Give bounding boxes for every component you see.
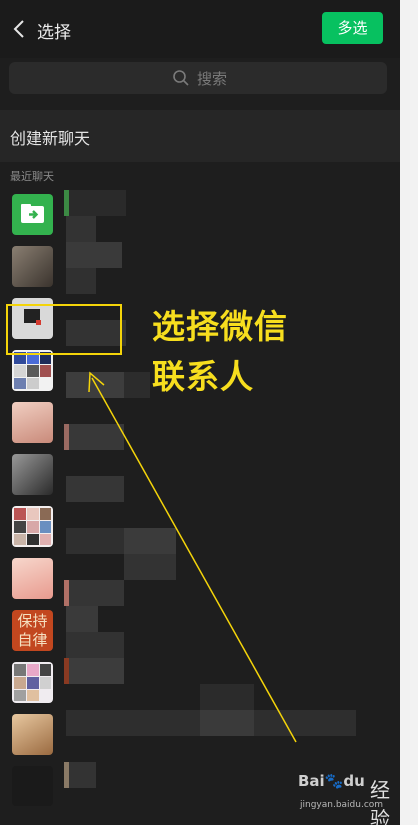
avatar-grid (12, 506, 53, 547)
annotation-line-1: 选择微信 (152, 307, 288, 346)
page-title: 选择 (37, 23, 71, 43)
annotation-highlight-box (6, 304, 122, 355)
recent-chats-header: 最近聊天 (0, 166, 400, 184)
avatar-cartoon (12, 402, 53, 443)
watermark-brand: Bai🐾du (298, 772, 365, 790)
avatar-photo (12, 246, 53, 287)
recent-chats-label: 最近聊天 (10, 170, 54, 183)
page-background-strip (400, 0, 418, 825)
avatar-photo (12, 766, 53, 806)
app-window: 选择 多选 搜索 创建新聊天 最近聊天 保持自律 选择微信 联系人 Bai🐾du… (0, 0, 400, 825)
multi-select-button[interactable]: 多选 (322, 12, 383, 44)
avatar-text-label: 保持自律 (17, 612, 48, 649)
search-input[interactable]: 搜索 (9, 62, 387, 94)
folder-transfer-icon (12, 194, 53, 235)
list-item[interactable] (0, 448, 400, 500)
paw-icon: 🐾 (324, 772, 344, 790)
list-item[interactable] (0, 240, 400, 292)
back-arrow-icon[interactable] (10, 18, 32, 40)
list-item[interactable] (0, 552, 400, 604)
baidu-watermark: Bai🐾du 经验 jingyan.baidu.com (298, 770, 400, 825)
create-new-chat-label: 创建新聊天 (10, 129, 91, 148)
avatar-cartoon (12, 558, 53, 599)
list-item[interactable]: 保持自律 (0, 604, 400, 656)
watermark-url: jingyan.baidu.com (300, 800, 384, 810)
annotation-text: 选择微信 联系人 (152, 302, 288, 402)
avatar-photo (12, 714, 53, 755)
annotation-line-2: 联系人 (152, 357, 254, 396)
avatar-photo (12, 454, 53, 495)
avatar-grid (12, 662, 53, 703)
watermark-du: du (343, 772, 365, 790)
create-new-chat-item[interactable]: 创建新聊天 (0, 110, 400, 162)
search-icon (173, 70, 189, 86)
list-item[interactable] (0, 188, 400, 240)
list-item[interactable] (0, 656, 400, 708)
watermark-bai: Bai (298, 772, 325, 790)
search-placeholder: 搜索 (197, 70, 228, 88)
header-bar: 选择 多选 (0, 0, 400, 58)
avatar-text: 保持自律 (12, 610, 53, 651)
avatar-grid (12, 350, 53, 391)
list-item[interactable] (0, 500, 400, 552)
list-item[interactable] (0, 708, 400, 760)
list-item[interactable] (0, 396, 400, 448)
